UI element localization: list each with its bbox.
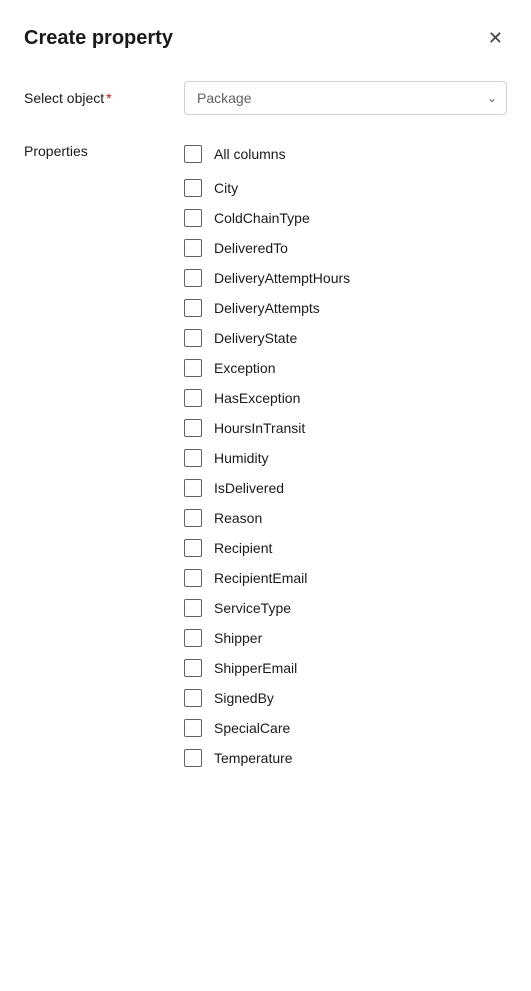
checkbox-reason[interactable] bbox=[184, 509, 202, 527]
label-exception: Exception bbox=[214, 360, 275, 376]
checkbox-recipient[interactable] bbox=[184, 539, 202, 557]
property-row-hours-in-transit[interactable]: HoursInTransit bbox=[184, 413, 507, 443]
property-row-temperature[interactable]: Temperature bbox=[184, 743, 507, 773]
property-row-service-type[interactable]: ServiceType bbox=[184, 593, 507, 623]
property-row-recipient-email[interactable]: RecipientEmail bbox=[184, 563, 507, 593]
checkbox-is-delivered[interactable] bbox=[184, 479, 202, 497]
label-reason: Reason bbox=[214, 510, 262, 526]
checkbox-humidity[interactable] bbox=[184, 449, 202, 467]
panel-header: Create property ✕ bbox=[24, 24, 507, 53]
checkbox-shipper[interactable] bbox=[184, 629, 202, 647]
checkbox-exception[interactable] bbox=[184, 359, 202, 377]
property-row-delivery-attempt-hours[interactable]: DeliveryAttemptHours bbox=[184, 263, 507, 293]
checkbox-delivery-attempts[interactable] bbox=[184, 299, 202, 317]
checkbox-shipper-email[interactable] bbox=[184, 659, 202, 677]
checkbox-city[interactable] bbox=[184, 179, 202, 197]
label-recipient-email: RecipientEmail bbox=[214, 570, 307, 586]
checkbox-has-exception[interactable] bbox=[184, 389, 202, 407]
property-row-reason[interactable]: Reason bbox=[184, 503, 507, 533]
checkbox-temperature[interactable] bbox=[184, 749, 202, 767]
label-delivery-attempts: DeliveryAttempts bbox=[214, 300, 320, 316]
label-recipient: Recipient bbox=[214, 540, 272, 556]
property-row-delivery-attempts[interactable]: DeliveryAttempts bbox=[184, 293, 507, 323]
select-object-dropdown[interactable]: Package bbox=[184, 81, 507, 115]
checkbox-delivery-state[interactable] bbox=[184, 329, 202, 347]
checkbox-recipient-email[interactable] bbox=[184, 569, 202, 587]
property-row-exception[interactable]: Exception bbox=[184, 353, 507, 383]
label-shipper: Shipper bbox=[214, 630, 262, 646]
label-has-exception: HasException bbox=[214, 390, 300, 406]
property-row-shipper[interactable]: Shipper bbox=[184, 623, 507, 653]
all-columns-checkbox[interactable] bbox=[184, 145, 202, 163]
properties-label: Properties bbox=[24, 139, 184, 159]
create-property-panel: Create property ✕ Select object* Package… bbox=[0, 0, 531, 991]
close-icon: ✕ bbox=[488, 28, 503, 49]
property-row-signed-by[interactable]: SignedBy bbox=[184, 683, 507, 713]
properties-section: Properties All columns City ColdChainType… bbox=[24, 139, 507, 773]
close-button[interactable]: ✕ bbox=[484, 24, 507, 53]
checkbox-hours-in-transit[interactable] bbox=[184, 419, 202, 437]
property-row-delivery-state[interactable]: DeliveryState bbox=[184, 323, 507, 353]
label-hours-in-transit: HoursInTransit bbox=[214, 420, 305, 436]
checkbox-delivery-attempt-hours[interactable] bbox=[184, 269, 202, 287]
select-object-wrapper: Package ⌄ bbox=[184, 81, 507, 115]
panel-title: Create property bbox=[24, 27, 173, 50]
label-temperature: Temperature bbox=[214, 750, 293, 766]
label-service-type: ServiceType bbox=[214, 600, 291, 616]
checkbox-signed-by[interactable] bbox=[184, 689, 202, 707]
label-cold-chain-type: ColdChainType bbox=[214, 210, 310, 226]
property-row-has-exception[interactable]: HasException bbox=[184, 383, 507, 413]
label-special-care: SpecialCare bbox=[214, 720, 290, 736]
checkbox-service-type[interactable] bbox=[184, 599, 202, 617]
select-object-label: Select object* bbox=[24, 90, 184, 106]
required-indicator: * bbox=[106, 90, 111, 106]
label-signed-by: SignedBy bbox=[214, 690, 274, 706]
label-delivered-to: DeliveredTo bbox=[214, 240, 288, 256]
property-row-cold-chain-type[interactable]: ColdChainType bbox=[184, 203, 507, 233]
property-row-shipper-email[interactable]: ShipperEmail bbox=[184, 653, 507, 683]
label-delivery-attempt-hours: DeliveryAttemptHours bbox=[214, 270, 350, 286]
label-delivery-state: DeliveryState bbox=[214, 330, 297, 346]
properties-list: All columns City ColdChainType DeliveredTo… bbox=[184, 139, 507, 773]
checkbox-cold-chain-type[interactable] bbox=[184, 209, 202, 227]
label-city: City bbox=[214, 180, 238, 196]
property-row-is-delivered[interactable]: IsDelivered bbox=[184, 473, 507, 503]
label-is-delivered: IsDelivered bbox=[214, 480, 284, 496]
select-object-row: Select object* Package ⌄ bbox=[24, 81, 507, 115]
checkbox-special-care[interactable] bbox=[184, 719, 202, 737]
all-columns-label: All columns bbox=[214, 146, 286, 162]
property-row-special-care[interactable]: SpecialCare bbox=[184, 713, 507, 743]
property-row-delivered-to[interactable]: DeliveredTo bbox=[184, 233, 507, 263]
checkbox-delivered-to[interactable] bbox=[184, 239, 202, 257]
label-shipper-email: ShipperEmail bbox=[214, 660, 297, 676]
label-humidity: Humidity bbox=[214, 450, 268, 466]
property-row-recipient[interactable]: Recipient bbox=[184, 533, 507, 563]
property-row-humidity[interactable]: Humidity bbox=[184, 443, 507, 473]
property-row-city[interactable]: City bbox=[184, 173, 507, 203]
properties-container: City ColdChainType DeliveredTo DeliveryAtte… bbox=[184, 173, 507, 773]
all-columns-row[interactable]: All columns bbox=[184, 139, 507, 169]
